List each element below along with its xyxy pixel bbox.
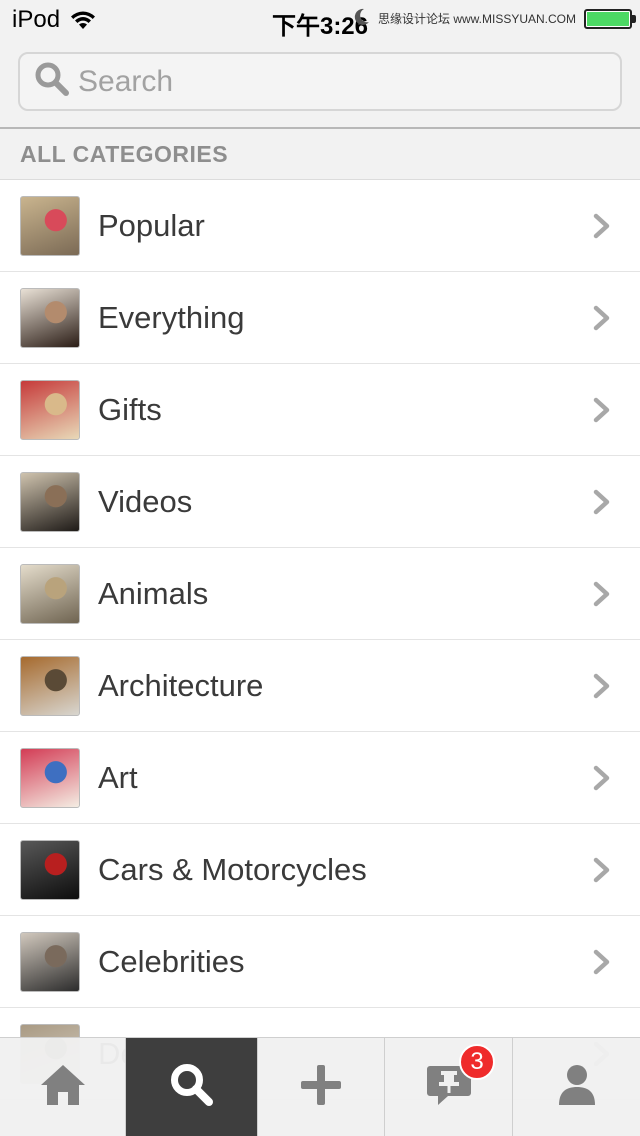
category-thumbnail <box>20 656 80 716</box>
category-label: Celebrities <box>98 944 245 979</box>
chevron-right-icon <box>593 765 610 791</box>
search-box[interactable] <box>18 52 622 111</box>
category-list: Popular Everything Gifts Videos Animals Archi… <box>0 180 640 1100</box>
chevron-right-icon <box>593 673 610 699</box>
section-header: ALL CATEGORIES <box>0 129 640 180</box>
search-icon <box>34 61 70 102</box>
category-label: Popular <box>98 208 205 243</box>
category-row[interactable]: Videos <box>0 456 640 548</box>
category-thumbnail <box>20 472 80 532</box>
tab-profile[interactable] <box>513 1038 640 1136</box>
tab-home[interactable] <box>0 1038 126 1136</box>
notification-badge: 3 <box>459 1044 495 1080</box>
search-input[interactable] <box>78 64 598 99</box>
category-thumbnail <box>20 840 80 900</box>
category-label: Animals <box>98 576 209 611</box>
category-thumbnail <box>20 196 80 256</box>
moon-icon <box>354 8 370 29</box>
chevron-right-icon <box>593 581 610 607</box>
category-row[interactable]: Animals <box>0 548 640 640</box>
category-row[interactable]: Art <box>0 732 640 824</box>
category-label: Cars & Motorcycles <box>98 852 367 887</box>
chevron-right-icon <box>593 397 610 423</box>
search-icon <box>169 1062 215 1113</box>
person-icon <box>557 1063 597 1112</box>
tab-search[interactable] <box>126 1038 258 1136</box>
chevron-right-icon <box>593 949 610 975</box>
category-row[interactable]: Celebrities <box>0 916 640 1008</box>
category-label: Gifts <box>98 392 162 427</box>
tab-activity[interactable]: 3 <box>385 1038 513 1136</box>
category-row[interactable]: Popular <box>0 180 640 272</box>
watermark-text: 思缘设计论坛 www.MISSYUAN.COM <box>377 12 576 26</box>
tab-bar: 3 <box>0 1037 640 1136</box>
chevron-right-icon <box>593 305 610 331</box>
category-label: Art <box>98 760 138 795</box>
plus-icon <box>299 1063 343 1112</box>
category-thumbnail <box>20 564 80 624</box>
chevron-right-icon <box>593 489 610 515</box>
category-row[interactable]: Everything <box>0 272 640 364</box>
battery-icon <box>584 8 636 29</box>
category-thumbnail <box>20 380 80 440</box>
category-row[interactable]: Gifts <box>0 364 640 456</box>
category-thumbnail <box>20 288 80 348</box>
category-label: Everything <box>98 300 245 335</box>
category-label: Videos <box>98 484 193 519</box>
status-right: 思缘设计论坛 www.MISSYUAN.COM <box>354 8 636 29</box>
status-bar: iPod 下午3:26 思缘设计论坛 www.MISSYUAN.COM <box>0 0 640 40</box>
chevron-right-icon <box>593 857 610 883</box>
battery-fill <box>587 11 629 26</box>
search-area <box>0 40 640 129</box>
category-thumbnail <box>20 932 80 992</box>
tab-add[interactable] <box>258 1038 385 1136</box>
chevron-right-icon <box>593 213 610 239</box>
category-thumbnail <box>20 748 80 808</box>
category-label: Architecture <box>98 668 264 703</box>
home-icon <box>39 1063 87 1112</box>
category-row[interactable]: Cars & Motorcycles <box>0 824 640 916</box>
category-row[interactable]: Architecture <box>0 640 640 732</box>
